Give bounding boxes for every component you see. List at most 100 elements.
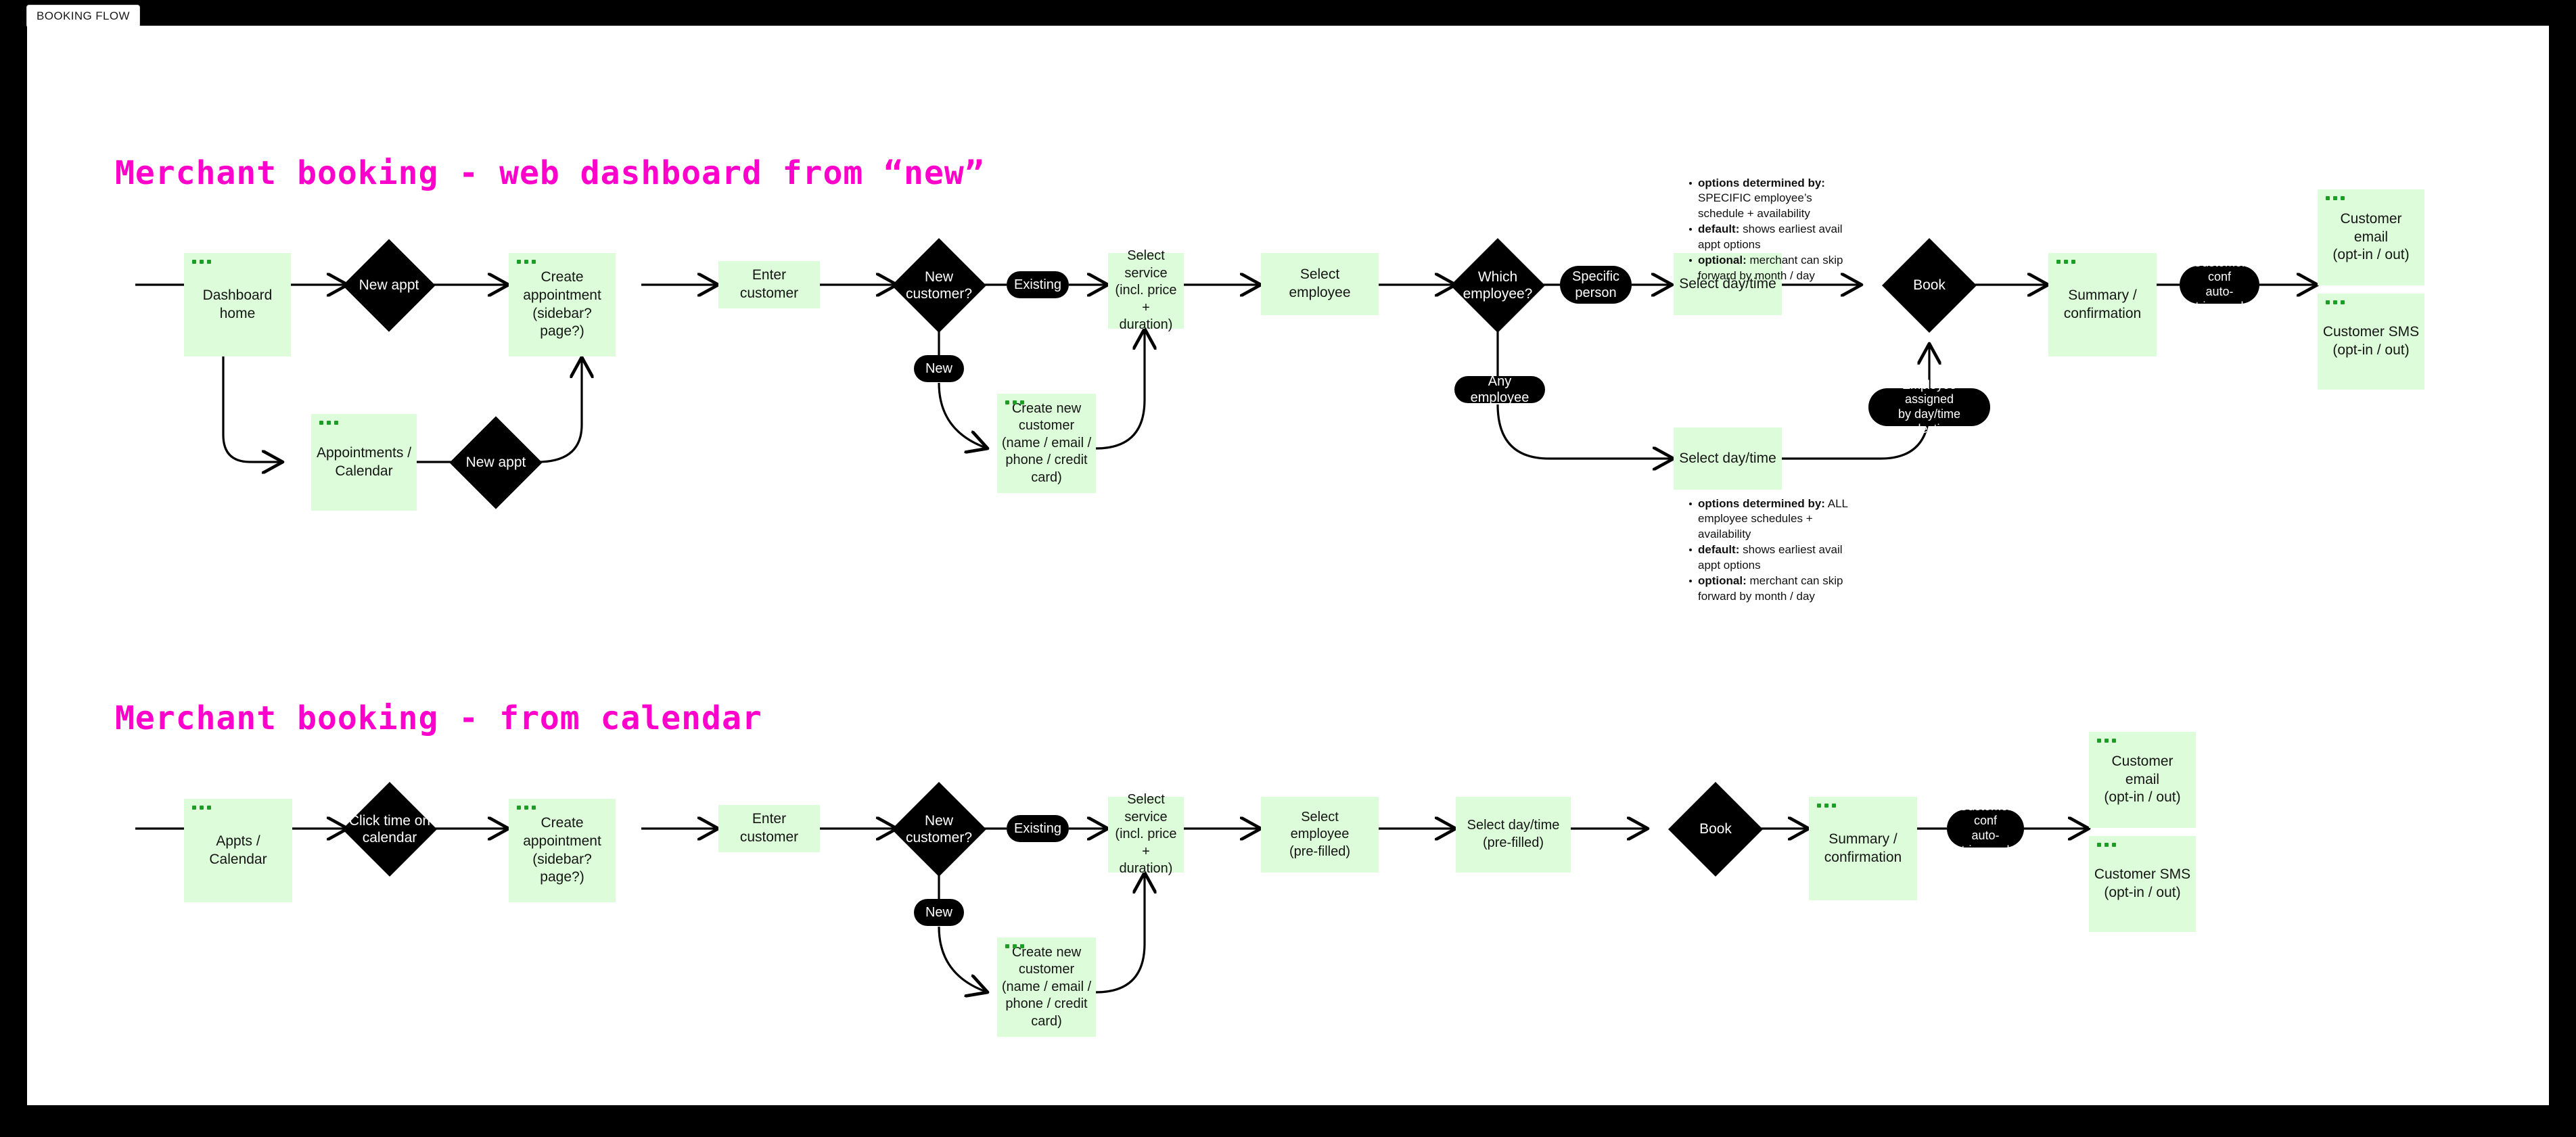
diagram-canvas[interactable]: Merchant booking - web dashboard from “n… — [27, 26, 2549, 1105]
node-label: Summary / confirmation — [2063, 287, 2142, 321]
annotation-all-employees: options determined by: ALL employee sche… — [1686, 496, 1855, 605]
decision-book[interactable]: Book — [1881, 233, 1977, 338]
node-select-service[interactable]: Select service (incl. price + duration) — [1108, 248, 1184, 332]
node-label: Customer SMS (opt-in / out) — [2322, 324, 2420, 358]
node-label: Select employee — [1289, 266, 1351, 300]
annotation-item: default: shows earliest avail appt optio… — [1689, 542, 1855, 573]
node-enter-customer[interactable]: Enter customer — [718, 261, 820, 308]
edge-label-specific-person: Specific person — [1560, 266, 1632, 304]
edge-label-existing-2: Existing — [1007, 815, 1069, 842]
node-label: Enter customer — [739, 811, 799, 845]
card-menu-dots-icon[interactable] — [2097, 739, 2124, 744]
node-customer-sms[interactable]: Customer SMS (opt-in / out) — [2318, 294, 2424, 390]
annotation-lead: default: — [1698, 543, 1740, 557]
node-label: Create new customer (name / email / phon… — [1001, 944, 1092, 1029]
node-label: Create appointment (sidebar? page?) — [523, 269, 601, 340]
card-menu-dots-icon[interactable] — [2056, 260, 2084, 265]
node-label: Appts / Calendar — [209, 833, 267, 867]
edge-label-new-2: New — [914, 899, 964, 926]
pill-label: Existing — [1013, 277, 1062, 292]
app-root: BOOKING FLOW Merchant booking - web dash… — [0, 0, 2576, 1137]
node-summary-confirmation[interactable]: Summary / confirmation — [2048, 253, 2157, 356]
decision-book-2[interactable]: Book — [1668, 776, 1764, 882]
decision-new-appt-bottom[interactable]: New appt — [449, 410, 543, 515]
node-appts-calendar[interactable]: Appts / Calendar — [184, 799, 292, 902]
decision-label: New customer? — [905, 812, 973, 845]
node-customer-email-2[interactable]: Customer email (opt-in / out) — [2089, 732, 2196, 828]
edge-label-customer-conf-2: Customer conf auto-triggered — [1947, 799, 2024, 857]
edge-label-employee-assigned: Employee assigned by day/time selection — [1868, 378, 1990, 436]
edge-label-new: New — [914, 355, 964, 382]
decision-click-time-on-calendar[interactable]: Click time on calendar — [342, 776, 438, 882]
node-create-new-customer-2[interactable]: Create new customer (name / email / phon… — [997, 937, 1096, 1037]
decision-new-customer[interactable]: New customer? — [891, 233, 987, 338]
edge-label-any-employee: Any employee — [1454, 374, 1545, 405]
node-label: Summary / confirmation — [1824, 831, 1902, 865]
pill-label: New — [925, 361, 952, 376]
decision-label: Book — [1913, 277, 1946, 294]
card-menu-dots-icon[interactable] — [1005, 400, 1032, 406]
card-menu-dots-icon[interactable] — [1817, 804, 1844, 809]
node-appointments-calendar[interactable]: Appointments / Calendar — [311, 414, 417, 511]
card-menu-dots-icon[interactable] — [319, 421, 346, 426]
node-summary-confirmation-2[interactable]: Summary / confirmation — [1809, 797, 1917, 900]
node-label: Dashboard home — [202, 287, 273, 321]
node-customer-email[interactable]: Customer email (opt-in / out) — [2318, 189, 2424, 285]
node-select-service-2[interactable]: Select service (incl. price + duration) — [1108, 792, 1184, 876]
pill-label: Specific person — [1571, 269, 1620, 300]
edge-label-customer-conf: Customer conf auto-triggered — [2180, 256, 2259, 313]
node-label: Select service (incl. price + duration) — [1115, 792, 1177, 877]
annotation-specific-employee: options determined by: SPECIFIC employee… — [1686, 176, 1855, 284]
node-select-daytime-2[interactable]: Select day/time (pre-filled) — [1456, 797, 1571, 873]
card-menu-dots-icon[interactable] — [192, 260, 219, 265]
node-label: Create appointment (sidebar? page?) — [523, 814, 601, 885]
annotation-list: options determined by: SPECIFIC employee… — [1686, 176, 1855, 283]
card-menu-dots-icon[interactable] — [517, 260, 544, 265]
node-label: Appointments / Calendar — [316, 444, 412, 479]
card-menu-dots-icon[interactable] — [2326, 196, 2353, 202]
annotation-lead: default: — [1698, 223, 1740, 236]
decision-new-customer-2[interactable]: New customer? — [891, 776, 987, 882]
decision-label: Click time on calendar — [348, 812, 431, 845]
node-label: Customer email (opt-in / out) — [2332, 210, 2410, 263]
card-menu-dots-icon[interactable] — [2097, 843, 2124, 848]
edge-label-existing: Existing — [1007, 271, 1069, 298]
node-create-appointment-2[interactable]: Create appointment (sidebar? page?) — [509, 799, 616, 902]
annotation-item: options determined by: SPECIFIC employee… — [1689, 176, 1855, 221]
node-label: Select day/time (pre-filled) — [1467, 818, 1560, 850]
node-select-daytime-any[interactable]: Select day/time — [1674, 427, 1782, 490]
card-menu-dots-icon[interactable] — [517, 806, 544, 811]
pill-label: Existing — [1013, 821, 1062, 836]
node-select-employee-2[interactable]: Select employee (pre-filled) — [1261, 797, 1379, 873]
node-create-appointment[interactable]: Create appointment (sidebar? page?) — [509, 253, 616, 356]
node-label: Select day/time — [1679, 450, 1776, 466]
annotation-item: optional: merchant can skip forward by m… — [1689, 253, 1855, 283]
decision-new-appt-top[interactable]: New appt — [342, 233, 436, 338]
pill-label: Customer conf auto-triggered — [1958, 799, 2013, 857]
card-menu-dots-icon[interactable] — [192, 806, 219, 811]
annotation-lead: options determined by: — [1698, 177, 1825, 189]
annotation-list: options determined by: ALL employee sche… — [1686, 496, 1855, 604]
decision-label: New appt — [359, 277, 419, 294]
annotation-lead: options determined by: — [1698, 497, 1825, 510]
node-label: Select employee (pre-filled) — [1289, 809, 1351, 859]
annotation-lead: optional: — [1698, 574, 1747, 588]
node-select-employee[interactable]: Select employee — [1261, 253, 1379, 315]
node-enter-customer-2[interactable]: Enter customer — [718, 805, 820, 852]
node-create-new-customer[interactable]: Create new customer (name / email / phon… — [997, 394, 1096, 493]
card-menu-dots-icon[interactable] — [1005, 944, 1032, 950]
flow-title-calendar: Merchant booking - from calendar — [115, 699, 762, 737]
annotation-item: options determined by: ALL employee sche… — [1689, 496, 1855, 542]
pill-label: Any employee — [1470, 374, 1530, 405]
file-tab-booking-flow[interactable]: BOOKING FLOW — [27, 5, 139, 27]
node-dashboard-home[interactable]: Dashboard home — [184, 253, 291, 356]
flow-title-dashboard: Merchant booking - web dashboard from “n… — [115, 154, 985, 192]
node-customer-sms-2[interactable]: Customer SMS (opt-in / out) — [2089, 836, 2196, 932]
decision-which-employee[interactable]: Which employee? — [1450, 233, 1546, 338]
node-label: Customer SMS (opt-in / out) — [2094, 866, 2191, 900]
pill-label: Customer conf auto-triggered — [2192, 255, 2247, 313]
node-label: Create new customer (name / email / phon… — [1001, 400, 1092, 485]
pill-label: Employee assigned by day/time selection — [1898, 377, 1961, 436]
node-label: Customer email (opt-in / out) — [2104, 753, 2181, 806]
card-menu-dots-icon[interactable] — [2326, 300, 2353, 306]
